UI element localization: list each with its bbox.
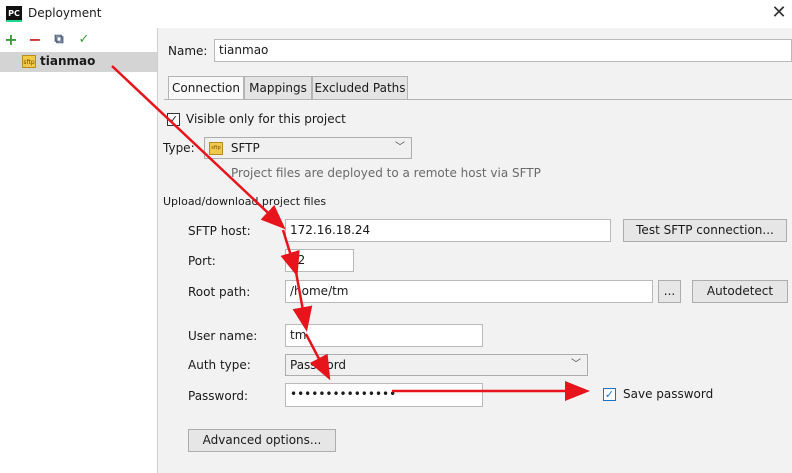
chevron-down-icon: ﹀ [395, 142, 405, 153]
tab-excluded-paths[interactable]: Excluded Paths [312, 76, 408, 100]
browse-button[interactable]: ... [658, 280, 681, 303]
password-label: Password: [188, 389, 249, 403]
section-title: Upload/download project files [163, 195, 327, 208]
close-icon[interactable]: ✕ [768, 2, 790, 24]
auth-type-label: Auth type: [188, 358, 251, 372]
sftp-host-input[interactable]: 172.16.18.24 [285, 219, 611, 242]
type-value: SFTP [230, 141, 260, 155]
root-path-input[interactable]: /home/tm [285, 280, 653, 303]
password-input[interactable]: ••••••••••••••• [285, 383, 483, 407]
server-list-pane: + − ⧉ ✓ sftp tianmao [0, 28, 158, 473]
type-label: Type: [163, 141, 195, 155]
check-icon[interactable]: ✓ [76, 32, 92, 48]
tab-mappings[interactable]: Mappings [244, 76, 312, 100]
tab-divider [164, 99, 792, 100]
add-icon[interactable]: + [3, 32, 19, 48]
sftp-host-label: SFTP host: [188, 224, 251, 238]
name-label: Name: [168, 44, 208, 58]
sftp-type-icon: sftp [209, 142, 223, 155]
auth-type-select[interactable]: Password ﹀ [285, 354, 588, 376]
server-list-item[interactable]: sftp tianmao [0, 52, 157, 72]
sftp-server-icon: sftp [22, 55, 36, 68]
port-label: Port: [188, 254, 216, 268]
type-select[interactable]: sftp SFTP ﹀ [204, 137, 412, 159]
visible-only-checkbox[interactable]: ✓ [167, 113, 180, 126]
test-sftp-connection-button[interactable]: Test SFTP connection... [623, 219, 787, 242]
name-input[interactable]: tianmao [214, 39, 792, 62]
pycharm-app-icon: PC [6, 6, 22, 22]
window-title: Deployment [28, 6, 102, 20]
title-bar: PC Deployment ✕ [0, 0, 792, 28]
server-name-label: tianmao [40, 54, 96, 68]
port-input[interactable]: 22 [285, 249, 354, 272]
save-password-label: Save password [623, 387, 714, 401]
save-password-checkbox[interactable]: ✓ [603, 388, 616, 401]
user-name-input[interactable]: tm [285, 324, 483, 347]
remove-icon[interactable]: − [27, 32, 43, 48]
auth-type-value: Password [290, 358, 347, 372]
advanced-options-button[interactable]: Advanced options... [188, 429, 336, 452]
chevron-down-icon: ﹀ [571, 359, 581, 370]
tab-connection[interactable]: Connection [168, 76, 244, 100]
copy-icon[interactable]: ⧉ [51, 32, 67, 48]
user-name-label: User name: [188, 329, 258, 343]
visible-only-label: Visible only for this project [186, 112, 346, 126]
type-hint: Project files are deployed to a remote h… [231, 166, 541, 180]
autodetect-button[interactable]: Autodetect [692, 280, 788, 303]
root-path-label: Root path: [188, 285, 251, 299]
